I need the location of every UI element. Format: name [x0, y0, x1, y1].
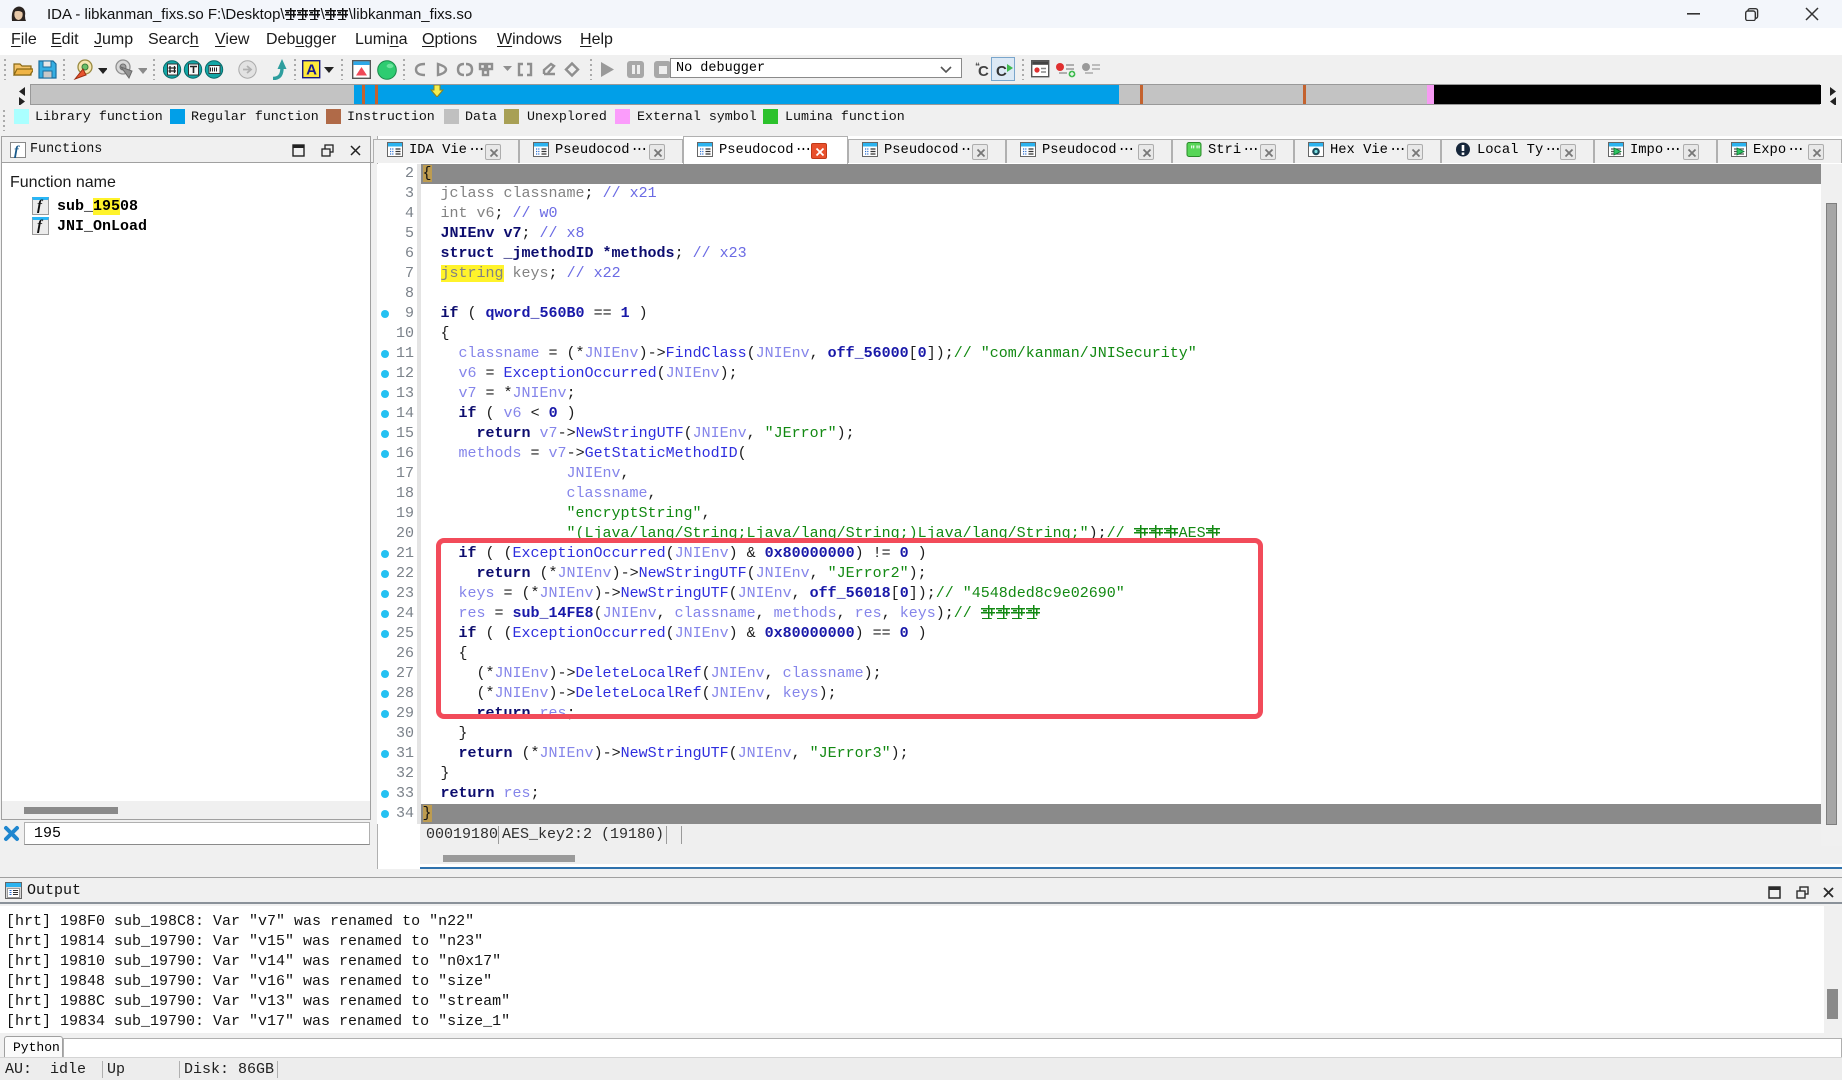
svg-text:C: C: [996, 63, 1007, 80]
svg-text:A: A: [306, 62, 317, 79]
svg-text:C: C: [978, 63, 989, 79]
svg-text:"": "": [1190, 145, 1201, 155]
